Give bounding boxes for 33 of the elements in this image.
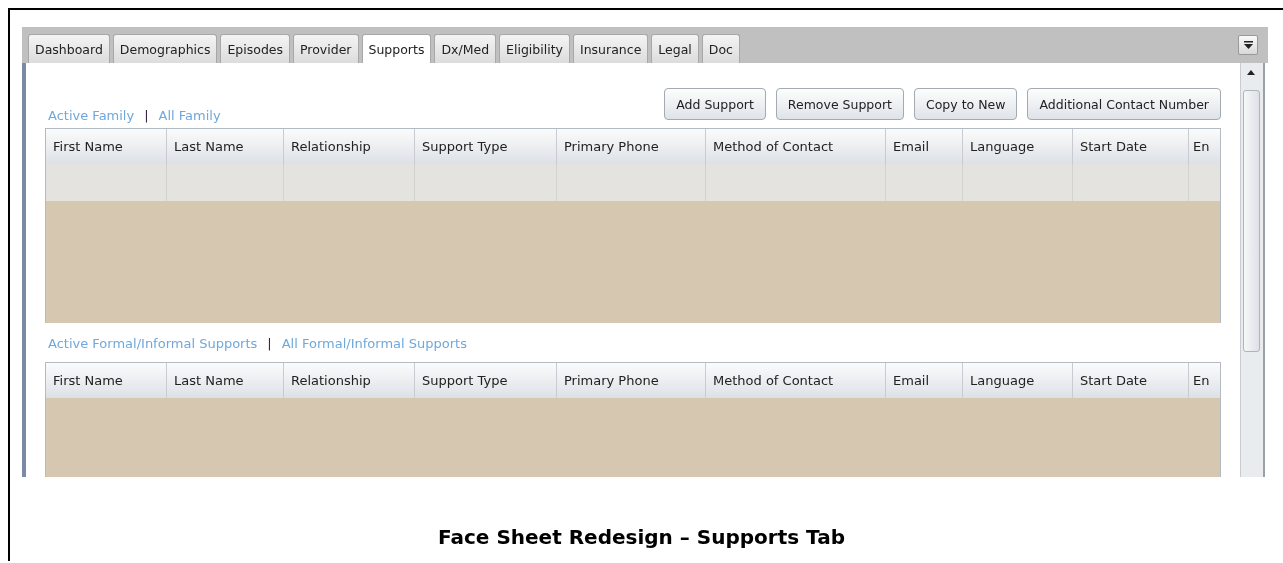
caret-down-icon [1243,41,1253,49]
scroll-up-icon[interactable] [1247,70,1255,75]
link-separator: | [144,108,149,124]
column-header[interactable]: Relationship [284,363,415,398]
scrollbar[interactable] [1240,63,1265,477]
figure-caption: Face Sheet Redesign – Supports Tab [437,525,846,549]
tab[interactable]: Supports [361,34,432,63]
action-button[interactable]: Additional Contact Number [1027,88,1221,121]
tab[interactable]: Doc [701,34,740,63]
column-header[interactable]: En [1189,363,1220,398]
action-button[interactable]: Remove Support [775,88,904,121]
column-header[interactable]: Language [963,363,1073,398]
action-button[interactable]: Copy to New [914,88,1018,121]
column-header[interactable]: Start Date [1073,363,1189,398]
scroll-thumb[interactable] [1243,90,1260,352]
column-header[interactable]: Method of Contact [706,363,886,398]
tab[interactable]: Dashboard [28,34,110,63]
column-header[interactable]: First Name [46,363,167,398]
column-header[interactable]: Support Type [415,363,557,398]
column-header[interactable]: Primary Phone [557,363,706,398]
dropdown-button[interactable] [1238,35,1258,55]
tab[interactable]: Episodes [220,34,291,63]
column-header[interactable]: Email [886,363,963,398]
tab[interactable]: Provider [293,34,359,63]
link-separator: | [267,335,272,351]
tab[interactable]: Insurance [573,34,649,63]
tab[interactable]: Eligibility [499,34,570,63]
column-header[interactable]: Last Name [167,363,284,398]
column-header[interactable]: En [1189,129,1220,165]
tab[interactable]: Demographics [112,34,218,63]
tab[interactable]: Legal [651,34,699,63]
action-button[interactable]: Add Support [664,88,766,121]
tab[interactable]: Dx/Med [434,34,497,63]
